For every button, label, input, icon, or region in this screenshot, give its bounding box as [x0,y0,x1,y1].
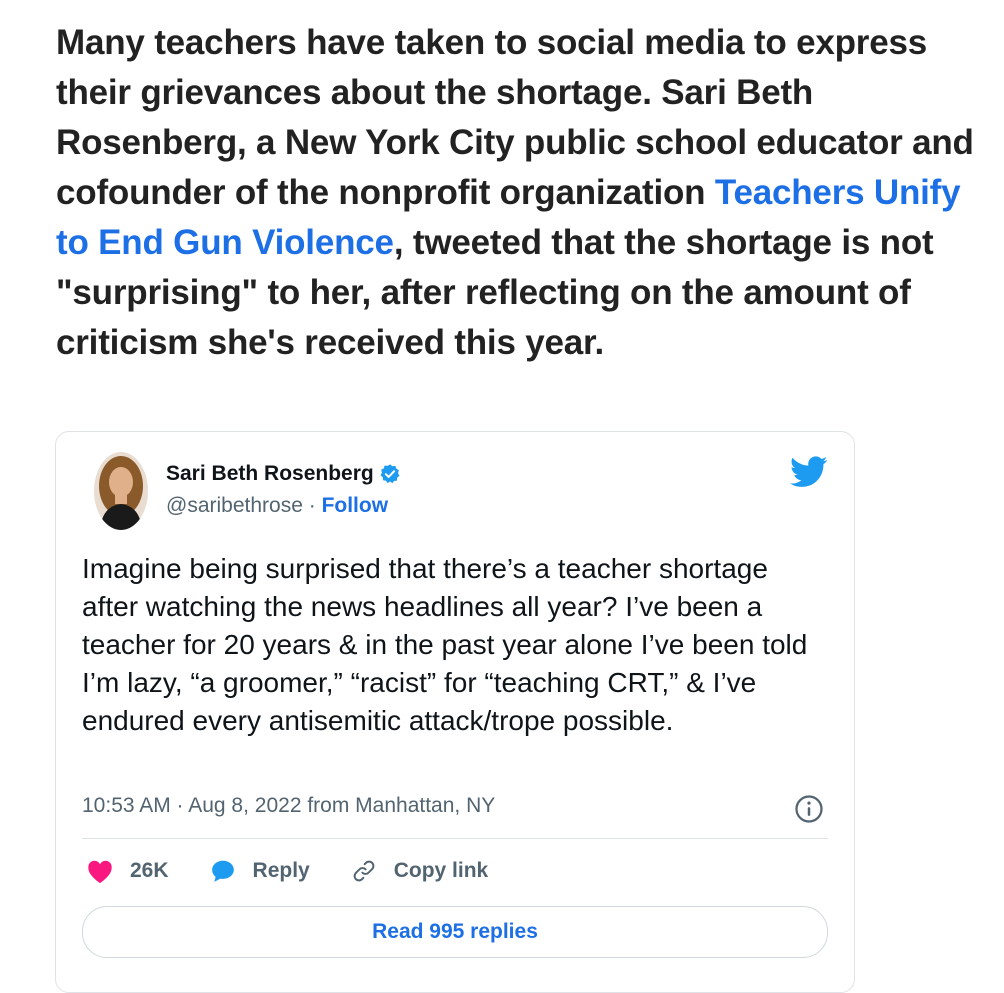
likes-count: 26K [130,859,169,882]
tweet-timestamp[interactable]: 10:53 AM · Aug 8, 2022 from Manhattan, N… [82,794,495,818]
reply-bubble-icon [211,860,234,882]
handle-separator: · [302,494,322,517]
heart-icon [88,860,112,884]
read-replies-label: Read 995 replies [372,920,538,943]
like-button[interactable]: 26K [86,858,169,884]
verified-badge-icon [380,464,400,484]
avatar[interactable] [94,452,148,530]
info-icon[interactable] [794,794,824,824]
author-handle[interactable]: @saribethrose [166,494,303,517]
twitter-bird-icon[interactable] [790,456,828,488]
embedded-tweet: Sari Beth Rosenberg @saribethrose · Foll… [55,431,855,993]
copy-link-label: Copy link [393,859,489,882]
tweet-actions: 26K Reply Copy link [86,858,528,884]
author-row: Sari Beth Rosenberg [166,462,401,486]
copy-link-button[interactable]: Copy link [350,858,489,884]
reply-label: Reply [252,859,310,882]
article-paragraph: Many teachers have taken to social media… [56,18,996,368]
reply-button[interactable]: Reply [209,858,310,884]
link-icon [353,860,375,882]
divider [82,838,828,839]
handle-row: @saribethrose · Follow [166,494,388,518]
follow-button[interactable]: Follow [322,494,389,517]
author-name[interactable]: Sari Beth Rosenberg [166,462,374,486]
read-replies-button[interactable]: Read 995 replies [82,906,828,958]
tweet-body: Imagine being surprised that there’s a t… [82,553,808,736]
